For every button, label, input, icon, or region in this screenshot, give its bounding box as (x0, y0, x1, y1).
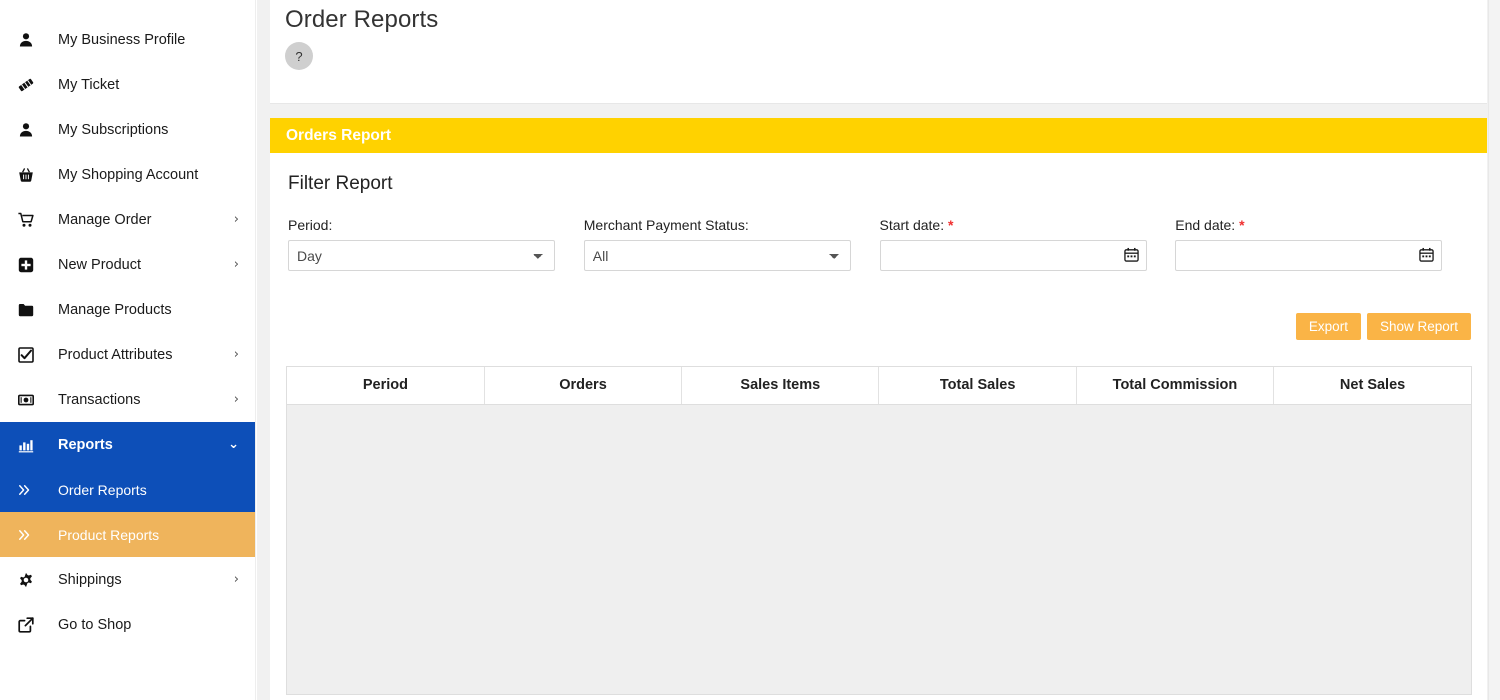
sidebar-item-go-to-shop[interactable]: Go to Shop (0, 602, 255, 647)
table-column-header: Net Sales (1273, 367, 1471, 405)
sidebar-item-label: Transactions (58, 391, 141, 408)
external-link-icon (18, 616, 46, 633)
sidebar-item-dashboard[interactable]: Dashboard (0, 0, 255, 17)
sidebar-item-my-subscriptions[interactable]: My Subscriptions (0, 107, 255, 152)
start-date-required-marker: * (947, 217, 954, 233)
table-column-header: Orders (484, 367, 683, 405)
bar-chart-icon (18, 437, 46, 453)
sidebar-item-manage-order[interactable]: Manage Order › (0, 197, 255, 242)
sidebar-item-label: Dashboard (46, 0, 239, 3)
start-date-wrapper (879, 240, 1147, 271)
panel-body: Filter Report Period: DayWeekMonthYear M… (270, 153, 1487, 700)
sidebar-item-reports[interactable]: Reports ⌄ (0, 422, 255, 467)
sidebar-item-label: New Product (58, 256, 142, 273)
sidebar-item-label: Product Reports (58, 526, 160, 543)
action-button-row: Export Show Report (1295, 313, 1471, 340)
page-header: Order Reports ? (270, 0, 1487, 104)
chevron-right-icon: › (233, 212, 239, 227)
table-header-row: Period Orders Sales Items Total Sales Total … (287, 367, 1471, 405)
table-empty-row (287, 404, 1471, 694)
sidebar-item-new-product[interactable]: New Product › (0, 242, 255, 287)
double-chevron-icon (18, 483, 46, 497)
app-root: Dashboard My Business Profile My Ticket My … (0, 0, 1500, 700)
start-date-label-text: Start date: (879, 217, 945, 233)
filter-row: Period: DayWeekMonthYear Merchant Paymen… (286, 217, 1471, 271)
sidebar-item-label: Manage Order (58, 211, 152, 228)
sidebar-item-label: My Shopping Account (58, 166, 199, 183)
merchant-payment-status-label: Merchant Payment Status: (583, 217, 749, 233)
report-table-container: Period Orders Sales Items Total Sales Total … (286, 366, 1472, 695)
field-merchant-payment-status: Merchant Payment Status: All (583, 217, 880, 271)
double-chevron-icon (18, 528, 46, 542)
sidebar-item-label: Shippings (58, 571, 122, 588)
period-select[interactable]: DayWeekMonthYear (288, 240, 555, 271)
cart-icon (18, 212, 46, 228)
panel-title-bar: Orders Report (270, 118, 1487, 153)
sidebar-item-product-attributes[interactable]: Product Attributes › (0, 332, 255, 377)
sidebar-item-label: Manage Products (58, 301, 172, 318)
money-icon (18, 392, 46, 408)
start-date-input[interactable] (879, 240, 1147, 271)
period-label: Period: (288, 217, 333, 233)
end-date-label: End date: * (1175, 217, 1471, 233)
chevron-right-icon: › (233, 572, 239, 587)
merchant-payment-status-select[interactable]: All (583, 240, 851, 271)
report-table-body (287, 404, 1471, 694)
gear-icon (18, 572, 46, 588)
sidebar-item-my-ticket[interactable]: My Ticket (0, 62, 255, 107)
vertical-scrollbar[interactable] (1488, 0, 1500, 700)
user-icon (18, 122, 46, 138)
field-start-date: Start date: * (879, 217, 1176, 271)
plus-box-icon (18, 257, 46, 273)
chevron-right-icon: › (233, 392, 239, 407)
table-column-header: Total Sales (878, 367, 1077, 405)
orders-report-panel: Orders Report Filter Report Period: DayW… (270, 118, 1487, 700)
basket-icon (18, 167, 46, 183)
end-date-input[interactable] (1175, 240, 1443, 271)
sidebar: Dashboard My Business Profile My Ticket My … (0, 0, 256, 700)
report-table: Period Orders Sales Items Total Sales Total … (287, 367, 1471, 694)
sidebar-item-label: My Ticket (58, 76, 120, 93)
table-column-header: Period (287, 367, 485, 405)
sidebar-nav-list: Dashboard My Business Profile My Ticket My … (0, 0, 255, 647)
table-column-header: Total Commission (1076, 367, 1275, 405)
filter-report-heading: Filter Report (288, 173, 393, 194)
sidebar-item-label: Go to Shop (58, 616, 132, 633)
chevron-right-icon: › (233, 347, 239, 362)
field-end-date: End date: * (1175, 217, 1471, 271)
sidebar-item-my-business-profile[interactable]: My Business Profile (0, 17, 255, 62)
folder-icon (18, 302, 46, 318)
sidebar-item-manage-products[interactable]: Manage Products (0, 287, 255, 332)
chevron-down-icon: ⌄ (228, 437, 239, 452)
sidebar-item-label: Order Reports (58, 481, 147, 498)
show-report-button[interactable]: Show Report (1366, 313, 1471, 340)
sidebar-item-label: Product Attributes (58, 346, 173, 363)
sidebar-item-my-shopping-account[interactable]: My Shopping Account (0, 152, 255, 197)
main-content: Order Reports ? Orders Report Filter Rep… (257, 0, 1500, 700)
export-button[interactable]: Export (1295, 313, 1361, 340)
end-date-label-text: End date: (1175, 217, 1236, 233)
ticket-icon (18, 77, 46, 93)
chevron-right-icon: › (233, 257, 239, 272)
field-period: Period: DayWeekMonthYear (288, 217, 584, 271)
sidebar-item-label: My Subscriptions (58, 121, 169, 138)
panel-title: Orders Report (286, 126, 392, 144)
sidebar-item-label: My Business Profile (58, 31, 186, 48)
sidebar-item-transactions[interactable]: Transactions › (0, 377, 255, 422)
dashboard-icon (18, 0, 46, 3)
sidebar-item-shippings[interactable]: Shippings › (0, 557, 255, 602)
sidebar-item-label: Reports (58, 436, 113, 453)
page-title: Order Reports (285, 6, 439, 33)
sidebar-item-order-reports[interactable]: Order Reports (0, 467, 255, 512)
start-date-label: Start date: * (880, 217, 1176, 233)
end-date-wrapper (1175, 240, 1443, 271)
table-column-header: Sales Items (681, 367, 880, 405)
report-table-head: Period Orders Sales Items Total Sales Total … (287, 367, 1471, 405)
checkbox-icon (18, 346, 46, 363)
end-date-required-marker: * (1239, 217, 1245, 233)
table-empty-cell (287, 404, 1471, 694)
sidebar-item-product-reports[interactable]: Product Reports (0, 512, 255, 557)
help-button[interactable]: ? (285, 42, 313, 70)
user-icon (18, 32, 46, 48)
